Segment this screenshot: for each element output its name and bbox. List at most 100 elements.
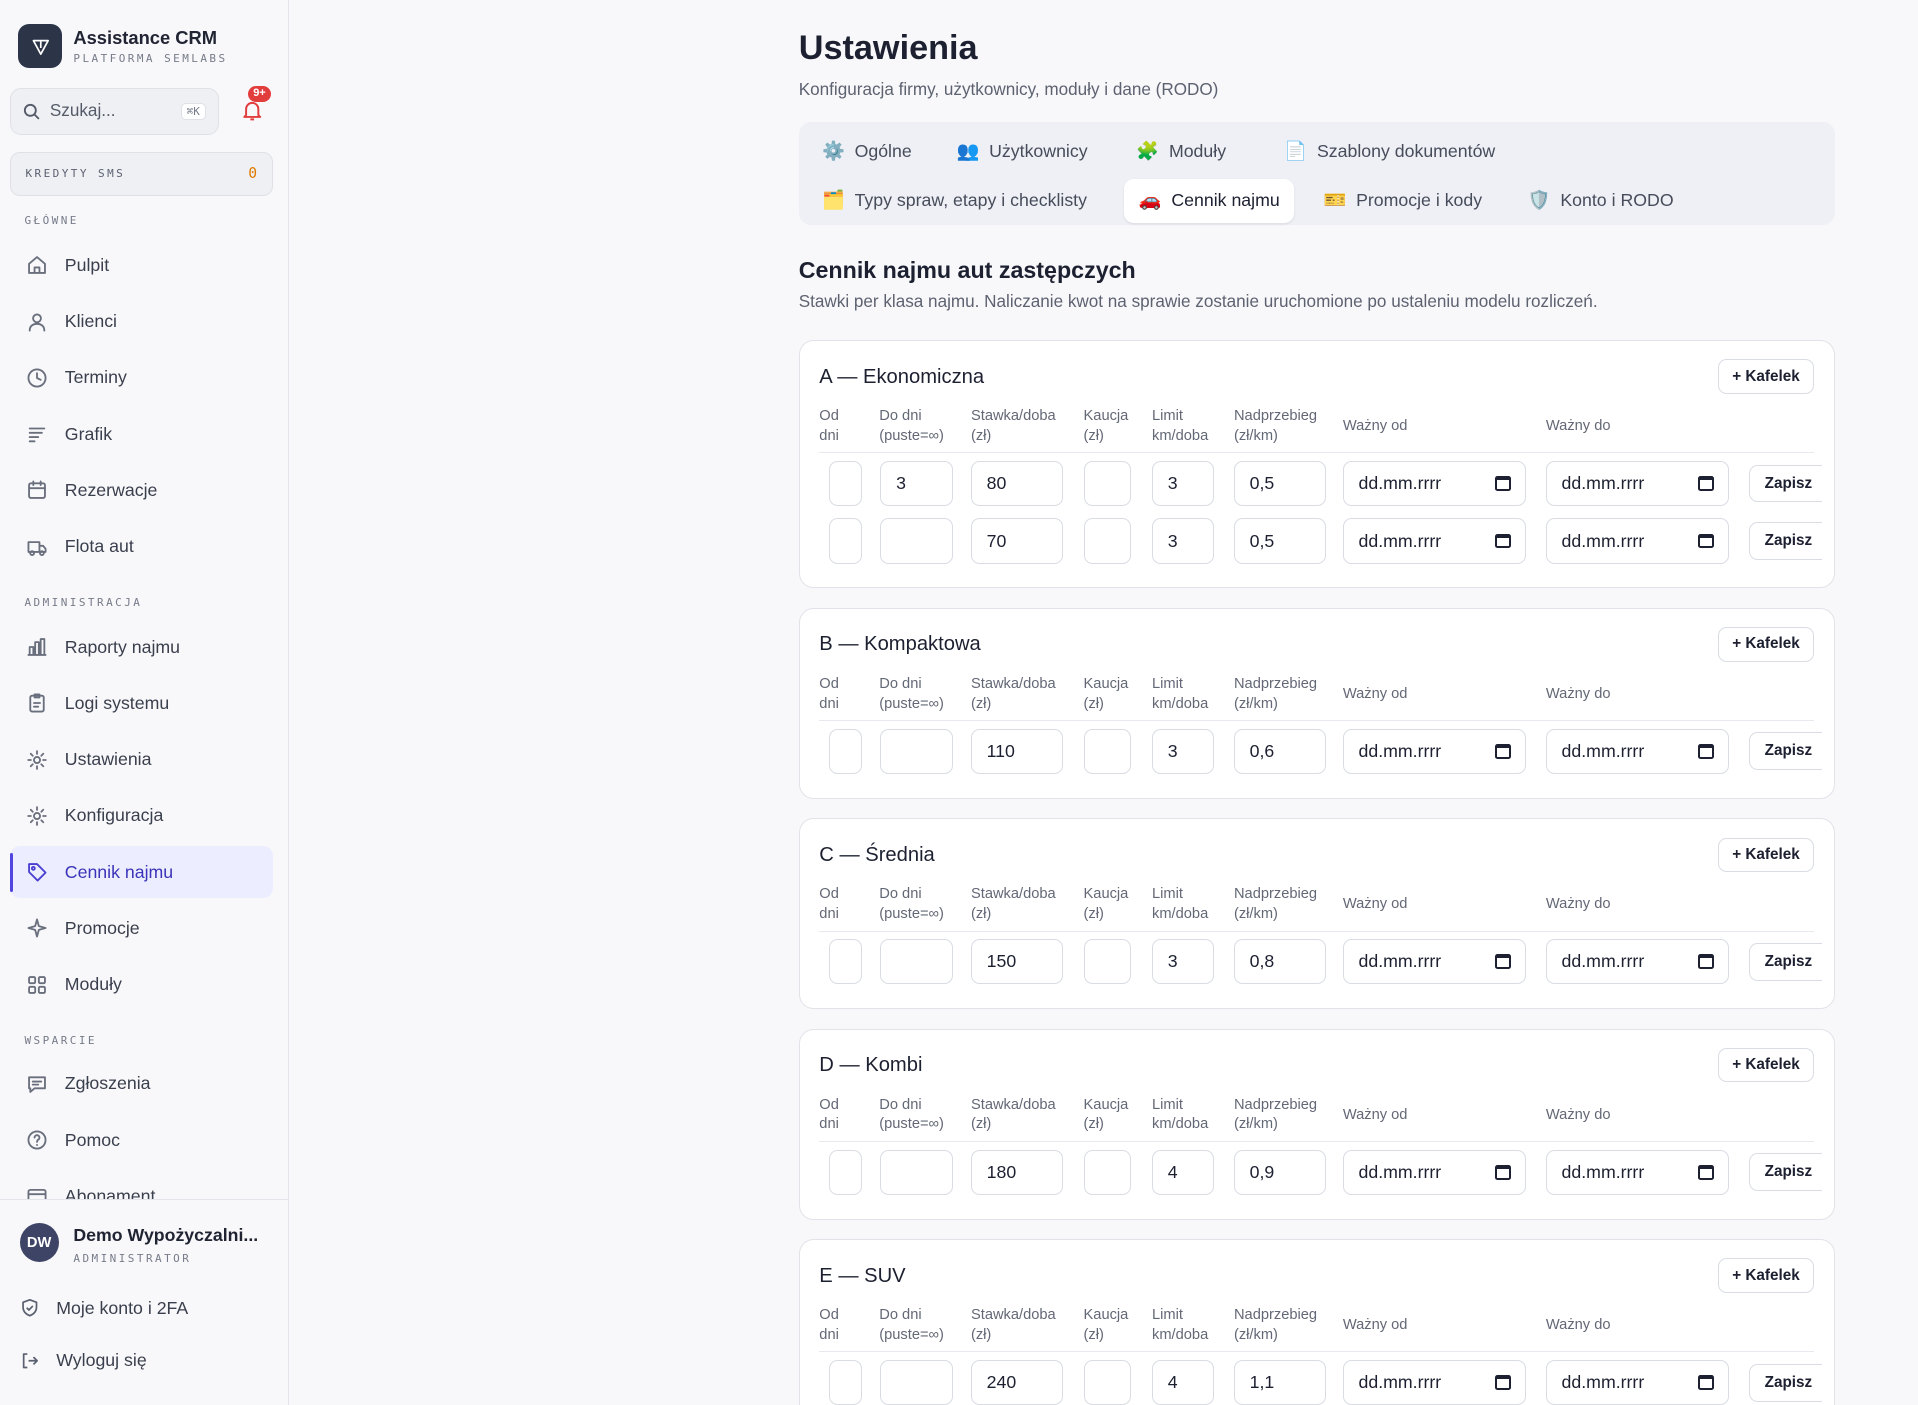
valid-to-field[interactable]: dd.mm.rrrr (1545, 728, 1730, 775)
do-field[interactable] (880, 939, 953, 985)
nadprzebieg-field[interactable]: 1,1 (1233, 1359, 1326, 1405)
limit-field[interactable]: 3 (1152, 939, 1215, 985)
limit-field[interactable]: 3 (1152, 728, 1215, 775)
limit-field[interactable]: 4 (1152, 1359, 1215, 1405)
kaucja-field[interactable] (1083, 728, 1132, 775)
od-field[interactable] (829, 939, 863, 985)
do-field[interactable] (880, 1149, 953, 1195)
add-tile-button[interactable]: + Kafelek (1717, 837, 1815, 872)
nadprzebieg-field[interactable]: 0,6 (1233, 728, 1326, 775)
od-field[interactable] (829, 460, 863, 507)
sidebar-item-rezerwacje[interactable]: Rezerwacje (10, 465, 273, 516)
stawka-field[interactable]: 70 (970, 518, 1063, 564)
tag-icon (26, 861, 48, 883)
save-button[interactable]: Zapisz (1748, 522, 1823, 560)
sms-credits-value: 0 (248, 165, 258, 183)
sidebar-item-logi-systemu[interactable]: Logi systemu (10, 678, 273, 729)
sidebar-item-grafik[interactable]: Grafik (10, 409, 273, 460)
valid-from-field[interactable]: dd.mm.rrrr (1342, 728, 1527, 775)
add-tile-button[interactable]: + Kafelek (1717, 359, 1815, 394)
sidebar-item-moduły[interactable]: Moduły (10, 959, 273, 1010)
sidebar-item-cennik-najmu[interactable]: Cennik najmu (9, 846, 273, 898)
sms-credits[interactable]: KREDYTY SMS 0 (9, 151, 273, 196)
sidebar-item-flota-aut[interactable]: Flota aut (10, 521, 273, 572)
limit-field[interactable]: 4 (1152, 1149, 1215, 1195)
valid-from-field[interactable]: dd.mm.rrrr (1342, 1359, 1527, 1405)
sidebar-item-konfiguracja[interactable]: Konfiguracja (10, 790, 273, 841)
nadprzebieg-field[interactable]: 0,5 (1233, 460, 1326, 507)
account-link[interactable]: Moje konto i 2FA (20, 1298, 188, 1319)
tab-4[interactable]: 📄 Szablony dokumentów (1270, 130, 1510, 174)
stawka-field[interactable]: 80 (970, 460, 1063, 507)
stawka-field[interactable]: 180 (970, 1149, 1063, 1195)
valid-to-field[interactable]: dd.mm.rrrr (1545, 518, 1730, 564)
date-placeholder: dd.mm.rrrr (1561, 473, 1645, 494)
bell-icon[interactable] (240, 98, 264, 122)
stawka-field[interactable]: 240 (970, 1359, 1063, 1405)
valid-from-field[interactable]: dd.mm.rrrr (1342, 518, 1527, 564)
sidebar-item-klienci[interactable]: Klienci (10, 296, 273, 347)
stawka-field[interactable]: 150 (970, 939, 1063, 985)
save-button[interactable]: Zapisz (1748, 732, 1823, 771)
sidebar-item-pulpit[interactable]: Pulpit (10, 240, 273, 291)
tab-2[interactable]: 👥 Użytkownicy (942, 130, 1102, 174)
od-field[interactable] (829, 728, 863, 775)
gear-icon (26, 749, 48, 771)
tab-5[interactable]: 🗂️ Typy spraw, etapy i checklisty (807, 179, 1101, 223)
do-field[interactable] (880, 518, 953, 564)
brand[interactable]: Assistance CRM PLATFORMA SEMLABS (18, 24, 227, 69)
column-header: Do dni (puste=∞) (879, 675, 944, 712)
od-field[interactable] (829, 1359, 863, 1405)
sidebar-item-pomoc[interactable]: Pomoc (10, 1114, 273, 1165)
kaucja-field[interactable] (1083, 460, 1132, 507)
add-tile-button[interactable]: + Kafelek (1717, 1048, 1815, 1083)
nadprzebieg-field[interactable]: 0,5 (1233, 518, 1326, 564)
save-button[interactable]: Zapisz (1748, 942, 1823, 981)
sidebar-item-terminy[interactable]: Terminy (10, 352, 273, 403)
valid-to-field[interactable]: dd.mm.rrrr (1545, 1149, 1730, 1195)
tab-3[interactable]: 🧩 Moduły (1122, 130, 1241, 174)
sidebar-item-zgłoszenia[interactable]: Zgłoszenia (10, 1058, 273, 1109)
save-button[interactable]: Zapisz (1748, 464, 1823, 503)
od-field[interactable] (829, 518, 863, 564)
logout-link[interactable]: Wyloguj się (20, 1350, 147, 1371)
column-header: Kaucja (zł) (1083, 408, 1129, 444)
date-placeholder: dd.mm.rrrr (1561, 951, 1645, 972)
sidebar-item-promocje[interactable]: Promocje (10, 903, 273, 954)
add-tile-button[interactable]: + Kafelek (1717, 627, 1815, 662)
tab-6[interactable]: 🚗 Cennik najmu (1124, 178, 1295, 223)
tab-7[interactable]: 🎫 Promocje i kody (1309, 179, 1497, 223)
avatar[interactable]: DW (19, 1222, 59, 1263)
nadprzebieg-field[interactable]: 0,8 (1233, 939, 1326, 985)
kaucja-field[interactable] (1083, 518, 1132, 564)
kaucja-field[interactable] (1083, 939, 1132, 985)
stawka-field[interactable]: 110 (970, 728, 1063, 775)
shield-check-icon (21, 1299, 37, 1317)
sidebar-item-raporty-najmu[interactable]: Raporty najmu (10, 621, 273, 672)
message-icon (26, 1073, 48, 1095)
valid-to-field[interactable]: dd.mm.rrrr (1545, 939, 1730, 985)
valid-to-field[interactable]: dd.mm.rrrr (1545, 460, 1730, 507)
limit-field[interactable]: 3 (1152, 518, 1215, 564)
do-field[interactable] (880, 1359, 953, 1405)
kaucja-field[interactable] (1083, 1149, 1132, 1195)
save-button[interactable]: Zapisz (1748, 1153, 1823, 1192)
valid-to-field[interactable]: dd.mm.rrrr (1545, 1359, 1730, 1405)
valid-from-field[interactable]: dd.mm.rrrr (1342, 460, 1527, 507)
do-field[interactable] (880, 728, 953, 775)
tab-1[interactable]: ⚙️ Ogólne (807, 130, 926, 174)
do-field[interactable]: 3 (880, 460, 953, 507)
user-name[interactable]: Demo Wypożyczalni... (73, 1225, 258, 1246)
add-tile-button[interactable]: + Kafelek (1717, 1258, 1815, 1293)
nadprzebieg-field[interactable]: 0,9 (1233, 1149, 1326, 1195)
column-header: Ważny do (1545, 417, 1611, 434)
kaucja-field[interactable] (1083, 1359, 1132, 1405)
valid-from-field[interactable]: dd.mm.rrrr (1342, 1149, 1527, 1195)
limit-field[interactable]: 3 (1152, 460, 1215, 507)
save-button[interactable]: Zapisz (1748, 1363, 1823, 1402)
tab-8[interactable]: 🛡️ Konto i RODO (1513, 179, 1688, 223)
search-input[interactable]: Szukaj... ⌘K (9, 88, 219, 135)
sidebar-item-ustawienia[interactable]: Ustawienia (10, 734, 273, 785)
valid-from-field[interactable]: dd.mm.rrrr (1342, 939, 1527, 985)
od-field[interactable] (829, 1149, 863, 1195)
